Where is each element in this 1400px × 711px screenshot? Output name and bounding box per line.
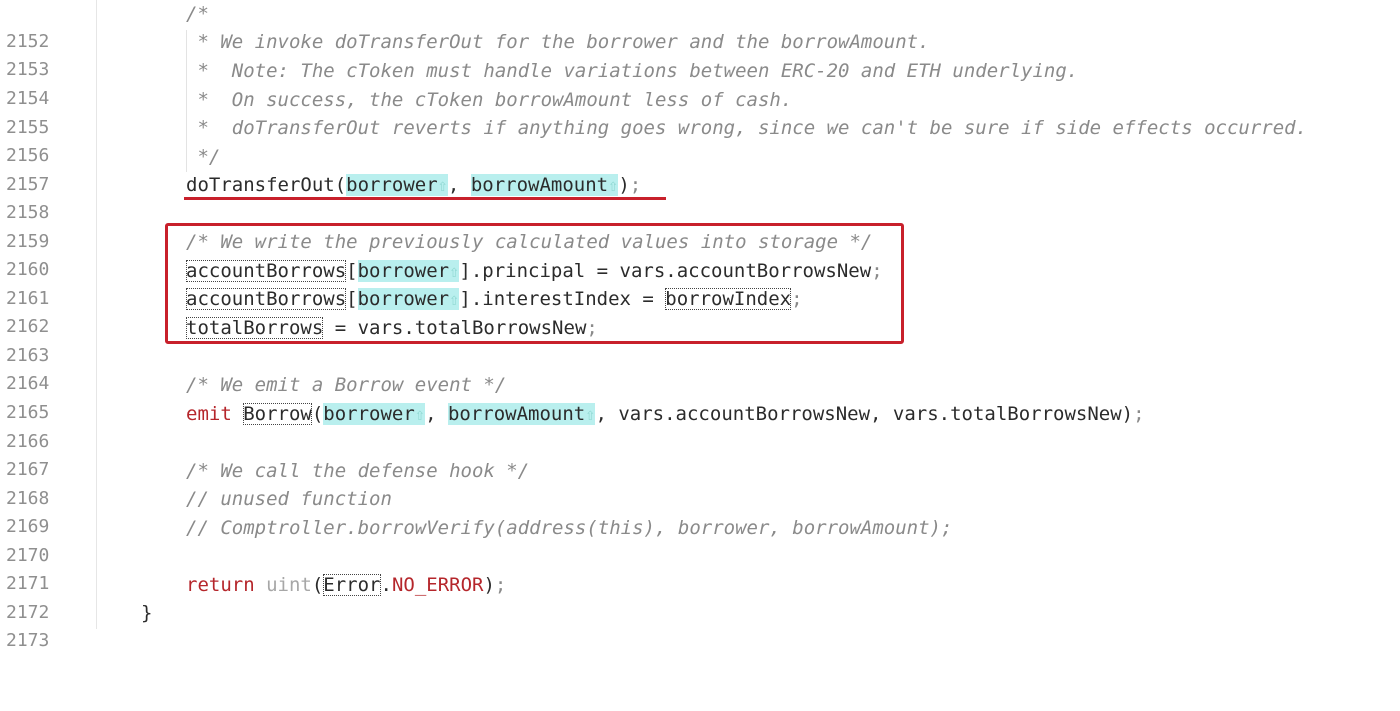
code-line: 2164 [0, 342, 1400, 394]
comment-text: * doTransferOut reverts if anything goes… [186, 117, 1308, 139]
semicolon: ; [629, 174, 642, 196]
enum-name[interactable]: Error [323, 574, 381, 596]
enum-constant: NO_ERROR [391, 574, 484, 596]
code-line: 2167 [0, 428, 1400, 480]
comment-text: * Note: The cToken must handle variation… [186, 60, 1079, 82]
code-token: ( [311, 403, 324, 425]
comment-text: /* We emit a Borrow event */ [186, 374, 507, 396]
keyword: emit [186, 403, 244, 425]
identifier: borrowAmount [447, 403, 586, 425]
comment-text: /* We call the defense hook */ [186, 460, 530, 482]
code-line: 2171 [0, 542, 1400, 594]
closing-brace: } [141, 602, 153, 624]
code-token: . [380, 574, 392, 596]
code-line: 2169 // unused function [0, 485, 1400, 537]
semicolon: ; [1133, 403, 1145, 425]
identifier-highlight[interactable]: borrower⇧ [323, 403, 426, 425]
code-token: , [447, 174, 471, 196]
identifier-highlight[interactable]: borrowAmount⇧ [447, 403, 596, 425]
annotation-box [165, 223, 904, 344]
code-editor: 2152 /* 2153 * We invoke doTransferOut f… [0, 0, 1400, 651]
identifier: borrower [346, 174, 438, 196]
code-line: 2165 /* We emit a Borrow event */ [0, 371, 1400, 423]
semicolon: ; [494, 574, 507, 596]
code-line: 2168 /* We call the defense hook */ [0, 457, 1400, 509]
function-call[interactable]: doTransferOut( [186, 174, 346, 196]
code-text: doTransferOut(borrower⇧, borrowAmount⇧); [186, 171, 641, 200]
code-line: 2157 */ [0, 143, 1400, 195]
code-token: ( [311, 574, 324, 596]
identifier: borrowAmount [470, 174, 609, 196]
comment-text: /* [186, 3, 209, 25]
code-token: , [425, 403, 448, 425]
comment-text: * We invoke doTransferOut for the borrow… [186, 31, 930, 53]
code-token: ) [483, 574, 495, 596]
code-line: 2152 /* [0, 0, 1400, 52]
keyword: return [186, 574, 267, 596]
code-line: 2158 doTransferOut(borrower⇧, borrowAmou… [0, 171, 1400, 223]
code-line: 2156 * doTransferOut reverts if anything… [0, 114, 1400, 166]
annotation-underline [184, 197, 666, 200]
code-line: 2170 // Comptroller.borrowVerify(address… [0, 514, 1400, 566]
code-token: ) [618, 174, 630, 196]
line-number: 2173 [6, 630, 50, 651]
identifier-highlight[interactable]: borrowAmount⇧ [470, 174, 619, 196]
code-line: 2166 emit Borrow(borrower⇧, borrowAmount… [0, 400, 1400, 452]
code-text: emit Borrow(borrower⇧, borrowAmount⇧, va… [186, 400, 1145, 429]
up-arrow-icon: ⇧ [585, 405, 596, 425]
code-text: return uint(Error.NO_ERROR); [186, 571, 506, 599]
up-arrow-icon: ⇧ [414, 405, 426, 425]
comment-text: */ [186, 146, 221, 168]
code-line: 2155 * On success, the cToken borrowAmou… [0, 86, 1400, 138]
identifier-highlight[interactable]: borrower⇧ [346, 174, 448, 196]
code-line: 2153 * We invoke doTransferOut for the b… [0, 28, 1400, 80]
up-arrow-icon: ⇧ [608, 176, 619, 196]
code-line: 2154 * Note: The cToken must handle vari… [0, 57, 1400, 109]
type-name: uint [266, 574, 312, 596]
code-line: 2173 } [0, 599, 1400, 651]
code-token: , vars.accountBorrowsNew, vars.totalBorr… [595, 403, 1134, 425]
code-line: 2172 return uint(Error.NO_ERROR); [0, 571, 1400, 623]
event-name[interactable]: Borrow [243, 403, 312, 425]
comment-text: // unused function [186, 488, 392, 510]
identifier: borrower [323, 403, 415, 425]
comment-text: // Comptroller.borrowVerify(address(this… [186, 517, 953, 539]
comment-text: * On success, the cToken borrowAmount le… [186, 89, 793, 111]
up-arrow-icon: ⇧ [437, 176, 448, 196]
